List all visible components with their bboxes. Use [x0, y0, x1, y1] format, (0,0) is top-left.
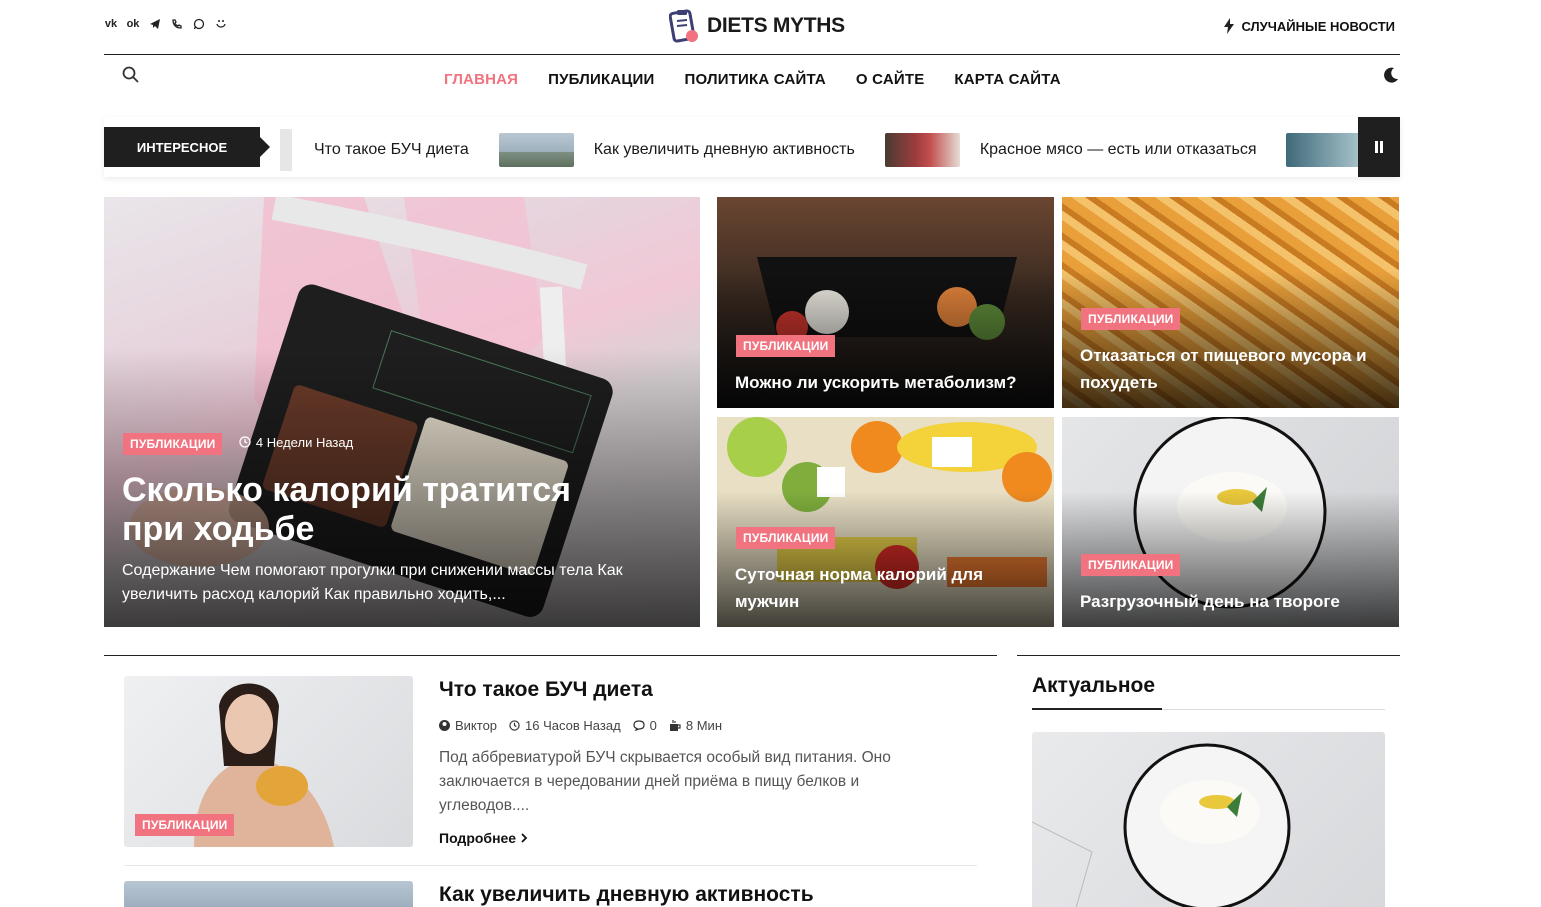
- viber-icon[interactable]: [170, 18, 184, 33]
- grid-meta: ПУБЛИКАЦИИ: [1081, 554, 1181, 576]
- post-comments[interactable]: 0: [633, 718, 657, 733]
- widget-title: Актуальное: [1032, 674, 1156, 697]
- category-badge[interactable]: ПУБЛИКАЦИИ: [736, 527, 836, 549]
- whatsapp-icon[interactable]: [192, 18, 206, 33]
- ticker-pause-button[interactable]: [1358, 117, 1400, 177]
- grid-meta: ПУБЛИКАЦИИ: [736, 527, 836, 549]
- vk-icon[interactable]: vk: [104, 18, 118, 33]
- grid-title[interactable]: Разгрузочный день на твороге: [1080, 588, 1381, 615]
- category-badge[interactable]: ПУБЛИКАЦИИ: [1081, 554, 1181, 576]
- post-author-name: Виктор: [455, 718, 498, 733]
- list-item: ПУБЛИКАЦИИ Что такое БУЧ диета Виктор 16…: [124, 676, 977, 866]
- ticker-thumb[interactable]: [884, 133, 960, 167]
- post-time: 16 Часов Назад: [509, 718, 621, 733]
- logo-icon: [668, 8, 699, 44]
- grid-title[interactable]: Суточная норма калорий для мужчин: [735, 561, 1036, 615]
- hero-time-text: 4 Недели Назад: [255, 434, 354, 450]
- sidebar-widget: Актуальное: [1017, 655, 1400, 907]
- read-more-label: Подробнее: [439, 830, 517, 846]
- grid-card[interactable]: ПУБЛИКАЦИИ Можно ли ускорить метаболизм?: [717, 197, 1054, 408]
- logo-text: DIETS MYTHS: [707, 14, 845, 37]
- nav-menu: ГЛАВНАЯ ПУБЛИКАЦИИ ПОЛИТИКА САЙТА О САЙТ…: [444, 71, 1061, 88]
- nav-item-sitemap[interactable]: КАРТА САЙТА: [954, 71, 1060, 88]
- sidebar-image[interactable]: [1032, 732, 1385, 907]
- main-nav: ГЛАВНАЯ ПУБЛИКАЦИИ ПОЛИТИКА САЙТА О САЙТ…: [104, 56, 1400, 106]
- category-badge[interactable]: ПУБЛИКАЦИИ: [1081, 308, 1181, 330]
- news-ticker: ИНТЕРЕСНОЕ Что такое БУЧ диета Как увели…: [104, 117, 1400, 177]
- post-title[interactable]: Как увеличить дневную активность: [439, 883, 814, 907]
- page: vk ok DIETS MYTHS СЛУЧАЙНЫЕ НОВОСТИ ГЛАВ…: [0, 0, 1541, 907]
- grid-card[interactable]: ПУБЛИКАЦИИ Разгрузочный день на твороге: [1062, 417, 1399, 627]
- grid-title[interactable]: Отказаться от пищевого мусора и похудеть: [1080, 342, 1381, 396]
- read-more-link[interactable]: Подробнее: [439, 830, 528, 846]
- dark-mode-toggle[interactable]: [1382, 66, 1400, 89]
- post-list: ПУБЛИКАЦИИ Что такое БУЧ диета Виктор 16…: [104, 655, 997, 907]
- hero-time: 4 Недели Назад: [239, 435, 353, 450]
- smile-icon[interactable]: [214, 18, 228, 33]
- social-links: vk ok: [104, 18, 228, 33]
- pause-icon: [1375, 141, 1383, 153]
- nav-item-policy[interactable]: ПОЛИТИКА САЙТА: [685, 71, 826, 88]
- nav-item-publications[interactable]: ПУБЛИКАЦИИ: [548, 71, 654, 88]
- post-image[interactable]: [124, 881, 413, 907]
- category-badge[interactable]: ПУБЛИКАЦИИ: [123, 433, 223, 455]
- ticker-label: ИНТЕРЕСНОЕ: [104, 127, 270, 167]
- post-comments-count: 0: [649, 718, 657, 733]
- nav-item-home[interactable]: ГЛАВНАЯ: [444, 71, 518, 88]
- search-icon[interactable]: [122, 66, 140, 89]
- ticker-item[interactable]: Как увеличить дневную активность: [594, 141, 855, 159]
- grid-title[interactable]: Можно ли ускорить метаболизм?: [735, 369, 1036, 396]
- ticker-items: Что такое БУЧ диета Как увеличить дневну…: [280, 129, 1381, 171]
- chevron-right-icon: [521, 833, 528, 843]
- random-news-link[interactable]: СЛУЧАЙНЫЕ НОВОСТИ: [1223, 18, 1395, 34]
- grid-meta: ПУБЛИКАЦИИ: [736, 335, 836, 357]
- ticker-thumb[interactable]: [1286, 133, 1362, 167]
- hero-title[interactable]: Сколько калорий тратится при ходьбе: [122, 471, 602, 549]
- site-logo[interactable]: DIETS MYTHS: [668, 8, 845, 44]
- grid-card[interactable]: ПУБЛИКАЦИИ Отказаться от пищевого мусора…: [1062, 197, 1399, 408]
- clock-icon: [509, 720, 520, 731]
- post-title[interactable]: Что такое БУЧ диета: [439, 678, 653, 702]
- telegram-icon[interactable]: [148, 18, 162, 33]
- ok-icon[interactable]: ok: [126, 18, 140, 33]
- post-read-time: 8 Мин: [669, 718, 722, 733]
- clock-icon: [239, 436, 251, 448]
- moon-icon: [1384, 67, 1398, 83]
- post-read-time-text: 8 Мин: [685, 718, 723, 733]
- user-icon: [439, 720, 450, 731]
- widget-underline: [1032, 708, 1385, 710]
- hero-card[interactable]: ПУБЛИКАЦИИ 4 Недели Назад Сколько калори…: [104, 197, 700, 627]
- hero-excerpt: Содержание Чем помогают прогулки при сни…: [122, 562, 623, 603]
- ticker-item[interactable]: Красное мясо — есть или отказаться: [980, 141, 1257, 159]
- grid-card[interactable]: ПУБЛИКАЦИИ Суточная норма калорий для му…: [717, 417, 1054, 627]
- post-meta: Виктор 16 Часов Назад 0 8 Мин: [439, 718, 722, 733]
- category-badge[interactable]: ПУБЛИКАЦИИ: [736, 335, 836, 357]
- random-news-label: СЛУЧАЙНЫЕ НОВОСТИ: [1241, 18, 1395, 34]
- lightning-icon: [1224, 18, 1235, 34]
- post-author[interactable]: Виктор: [439, 718, 497, 733]
- top-header: vk ok DIETS MYTHS СЛУЧАЙНЫЕ НОВОСТИ: [104, 0, 1400, 55]
- nav-item-about[interactable]: О САЙТЕ: [856, 71, 924, 88]
- post-excerpt: Под аббревиатурой БУЧ скрывается особый …: [439, 749, 891, 814]
- post-time-text: 16 Часов Назад: [525, 718, 621, 733]
- comment-icon: [633, 720, 645, 731]
- ticker-thumb[interactable]: [498, 133, 574, 167]
- category-badge[interactable]: ПУБЛИКАЦИИ: [135, 814, 235, 836]
- ticker-item[interactable]: Что такое БУЧ диета: [314, 141, 469, 159]
- hero-meta: ПУБЛИКАЦИИ 4 Недели Назад: [123, 433, 353, 455]
- coffee-icon: [669, 719, 681, 731]
- grid-meta: ПУБЛИКАЦИИ: [1081, 308, 1181, 330]
